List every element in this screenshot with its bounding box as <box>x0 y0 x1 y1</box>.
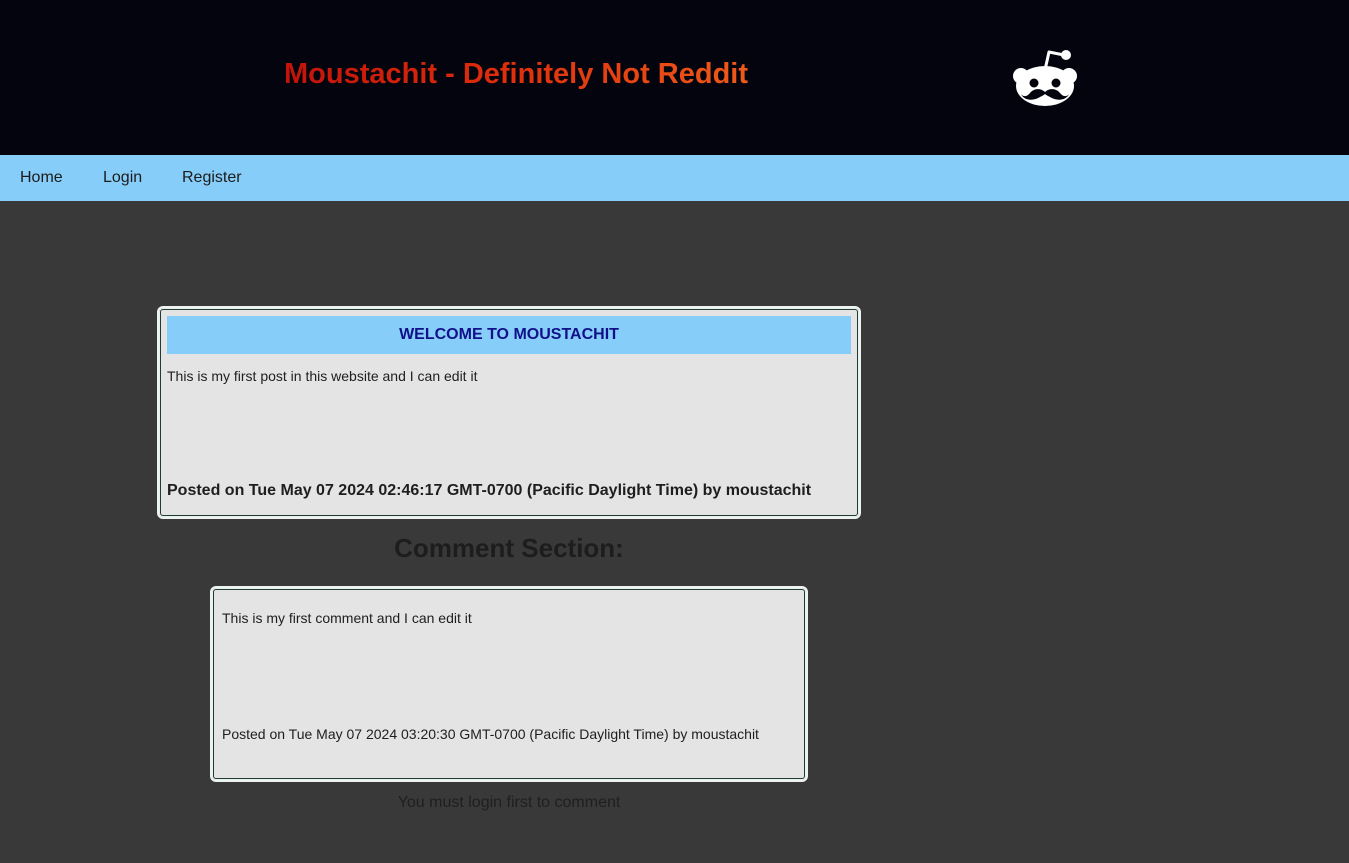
post-title: WELCOME TO MOUSTACHIT <box>399 326 619 343</box>
nav-home-link[interactable]: Home <box>20 169 63 187</box>
comment-body: This is my first comment and I can edit … <box>222 610 472 626</box>
post-body: This is my first post in this website an… <box>167 368 478 384</box>
post-title-bar: WELCOME TO MOUSTACHIT <box>167 316 851 354</box>
reddit-moustache-logo-icon <box>1010 46 1080 108</box>
comment-card: This is my first comment and I can edit … <box>210 586 808 782</box>
comment-meta: Posted on Tue May 07 2024 03:20:30 GMT-0… <box>222 726 759 742</box>
main-navbar: Home Login Register <box>0 155 1349 201</box>
post-card: WELCOME TO MOUSTACHIT This is my first p… <box>157 306 861 519</box>
comment-section-heading: Comment Section: <box>394 533 624 563</box>
site-title: Moustachit - Definitely Not Reddit <box>284 58 748 90</box>
site-header: Moustachit - Definitely Not Reddit <box>0 0 1349 155</box>
nav-register-link[interactable]: Register <box>182 169 242 187</box>
post-meta: Posted on Tue May 07 2024 02:46:17 GMT-0… <box>167 482 812 499</box>
login-required-notice: You must login first to comment <box>397 794 621 811</box>
nav-login-link[interactable]: Login <box>103 169 142 187</box>
